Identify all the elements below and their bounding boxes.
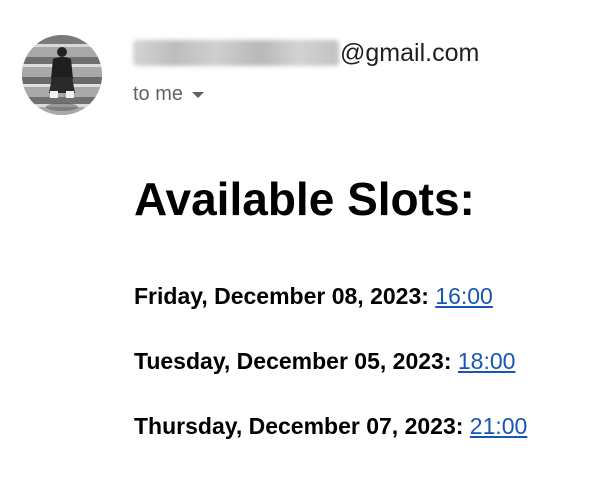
slot-date: Friday, December 08, 2023:: [134, 283, 429, 309]
sender-email[interactable]: @gmail.com: [133, 36, 479, 70]
slot-time-link[interactable]: 18:00: [458, 348, 516, 374]
avatar-photo-icon: [22, 35, 102, 115]
slot-date: Thursday, December 07, 2023:: [134, 413, 464, 439]
sender-avatar[interactable]: [22, 35, 102, 115]
redacted-username: [133, 40, 339, 66]
slot-time-link[interactable]: 21:00: [470, 413, 528, 439]
sender-email-domain: @gmail.com: [340, 38, 480, 67]
slot-time-link[interactable]: 16:00: [435, 283, 493, 309]
chevron-down-icon[interactable]: [192, 92, 205, 98]
email-view: @gmail.com to me Available Slots: Friday…: [0, 0, 616, 492]
recipient-details-toggle[interactable]: to me: [133, 80, 205, 108]
slot-item: Tuesday, December 05, 2023: 18:00: [134, 348, 515, 376]
slot-item: Thursday, December 07, 2023: 21:00: [134, 413, 527, 441]
email-heading: Available Slots:: [134, 173, 475, 225]
slot-date: Tuesday, December 05, 2023:: [134, 348, 452, 374]
recipient-label: to me: [133, 82, 184, 105]
slot-item: Friday, December 08, 2023: 16:00: [134, 283, 493, 311]
